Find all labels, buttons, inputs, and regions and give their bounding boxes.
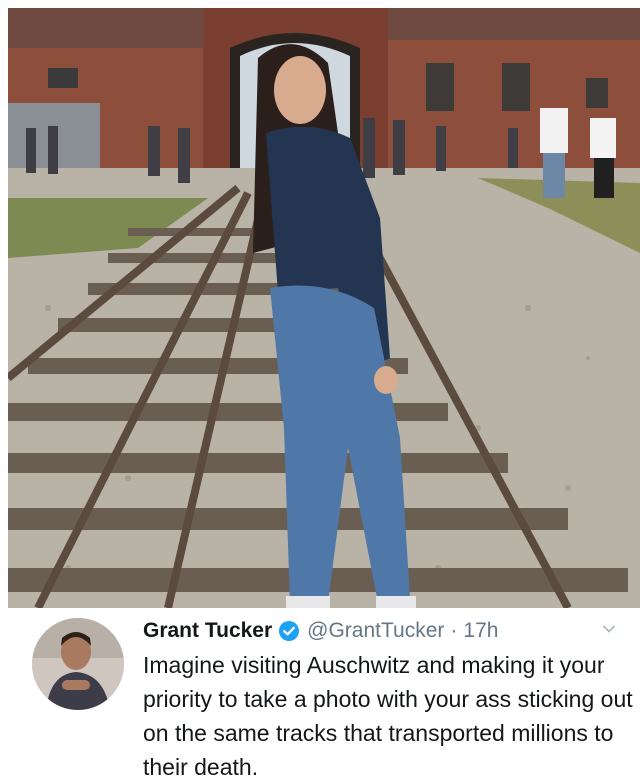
tweet-text: Imagine visiting Auschwitz and making it… (143, 652, 633, 780)
author-handle[interactable]: @GrantTucker (307, 619, 444, 643)
photo-scene (8, 8, 640, 608)
verified-badge-icon (278, 620, 300, 642)
meta-separator: · (450, 619, 458, 642)
tweet-photo[interactable] (8, 8, 640, 608)
tweet-card: Grant Tucker @GrantTucker · 17h Imagine … (0, 608, 640, 784)
author-name[interactable]: Grant Tucker (143, 619, 272, 643)
avatar-image (32, 618, 124, 710)
tweet-timestamp[interactable]: 17h (463, 619, 498, 643)
avatar[interactable] (32, 618, 124, 710)
chevron-down-icon[interactable] (601, 621, 617, 637)
tweet-header: Grant Tucker @GrantTucker · 17h (143, 616, 498, 646)
